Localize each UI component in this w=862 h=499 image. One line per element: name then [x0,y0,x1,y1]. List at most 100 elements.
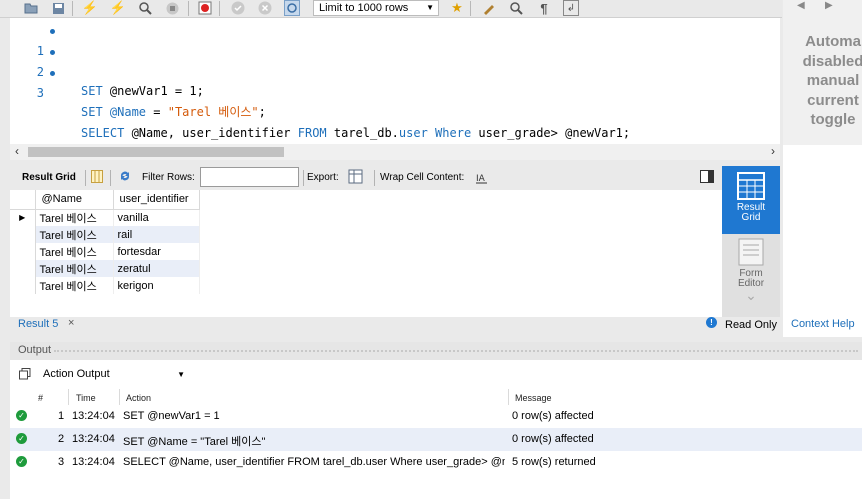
table-row[interactable]: Tarel 베이스 fortesdar [10,243,200,260]
editor-horizontal-scrollbar[interactable]: ‹ › [10,144,780,160]
tab-result-5[interactable]: Result 5 [18,317,58,331]
sql-text: @newVar1 = 1; [102,84,204,98]
column-header[interactable]: @Name [35,190,114,210]
rollback-icon[interactable] [257,0,273,16]
toolbar-separator [72,1,73,16]
context-help-line: toggle [810,111,856,128]
panel-grip[interactable] [54,350,858,353]
table-cell[interactable]: Tarel 베이스 [35,209,114,226]
row-marker [10,260,36,277]
invisible-chars-icon[interactable]: ¶ [536,0,552,16]
execute-icon[interactable]: ⚡ [82,0,98,16]
toggle-error-icon[interactable] [197,0,213,16]
autocommit-icon[interactable] [284,0,300,16]
table-cell[interactable]: kerigon [113,277,200,294]
table-cell[interactable]: zeratul [113,260,200,277]
table-row[interactable]: ▶ Tarel 베이스 vanilla [10,209,200,226]
context-help-line: Automa [805,33,861,50]
commit-icon[interactable] [230,0,246,16]
explain-icon[interactable] [137,0,153,16]
sql-text: = [146,105,168,119]
table-cell[interactable]: Tarel 베이스 [35,277,114,294]
toolbar-separator [219,1,220,16]
table-row[interactable]: Tarel 베이스 rail [10,226,200,243]
toggle-panel-icon[interactable] [700,170,714,186]
context-help-text: Automa disabled manual current toggle [783,32,862,130]
context-help-panel: Automa disabled manual current toggle [783,17,862,145]
context-help-line: manual [806,72,860,89]
row-marker [10,226,36,243]
filter-rows-input[interactable] [200,167,299,187]
result-view-switcher: Result Grid Form Editor ⌄ [722,166,780,317]
chevron-down-icon: ▼ [426,3,434,12]
sql-keyword: user [398,126,428,140]
statement-marker-icon [50,50,55,55]
copy-icon[interactable] [19,368,31,380]
scrollbar-thumb[interactable] [28,147,284,157]
output-row[interactable]: ✓ 2 13:24:04 SET @Name = "Tarel 베이스" 0 r… [10,428,862,451]
save-icon[interactable] [50,0,66,16]
execute-current-icon[interactable]: ⚡ [110,0,126,16]
success-check-icon: ✓ [16,456,27,467]
output-row-action: SET @Name = "Tarel 베이스" [123,436,266,448]
info-icon: ! [706,317,717,328]
context-help-body [783,145,862,337]
wrap-icon[interactable]: ↲ [563,0,579,16]
limit-rows-select[interactable]: Limit to 1000 rows ▼ [313,0,439,16]
output-row-num: 3 [58,456,65,468]
result-grid-view-button[interactable]: Result Grid [722,166,780,234]
column-header[interactable]: user_identifier [113,190,200,210]
table-cell[interactable]: vanilla [113,209,200,226]
close-icon[interactable]: × [68,317,74,329]
column-header-time: Time [76,393,96,403]
scroll-left-icon[interactable]: ‹ [15,144,19,158]
form-icon [722,236,780,269]
tab-context-help[interactable]: Context Help [791,318,855,330]
back-icon[interactable]: ◀ [797,0,805,11]
sql-editor[interactable]: 1 SET @newVar1 = 1; 2 SET @Name = "Tarel… [10,18,780,144]
table-row[interactable]: Tarel 베이스 zeratul [10,260,200,277]
table-cell[interactable]: Tarel 베이스 [35,260,114,277]
code-line-1: 1 SET @newVar1 = 1; [10,21,770,98]
output-row[interactable]: ✓ 1 13:24:04 SET @newVar1 = 1 0 row(s) a… [10,405,862,428]
read-only-label: Read Only [725,319,777,331]
result-grid[interactable]: @Name user_identifier ▶ Tarel 베이스 vanill… [10,190,722,317]
form-editor-view-button[interactable]: Form Editor ⌄ [722,236,780,317]
export-icon[interactable] [348,169,364,188]
output-type-value: Action Output [43,368,110,380]
scroll-right-icon[interactable]: › [771,144,775,158]
chevron-down-icon[interactable]: ⌄ [722,287,780,304]
result-toolbar: Result Grid Filter Rows: Export: Wrap Ce… [10,166,722,190]
wrap-cell-label: Wrap Cell Content: [380,172,465,183]
table-cell[interactable]: Tarel 베이스 [35,243,114,260]
success-check-icon: ✓ [16,410,27,421]
table-row[interactable]: Tarel 베이스 kerigon [10,277,200,294]
column-header-message: Message [515,393,552,403]
table-cell[interactable]: rail [113,226,200,243]
editor-toolbar: ⚡ ⚡ Limit to 1000 rows ▼ ★ ¶ ↲ [0,0,782,18]
bookmark-icon[interactable]: ★ [449,0,465,16]
stop-icon[interactable] [164,0,180,16]
sql-keyword: FROM [297,126,327,140]
sql-text: @Name, user_identifier [124,126,298,140]
table-cell[interactable]: fortesdar [113,243,200,260]
form-editor-view-label: Form Editor [737,268,765,289]
output-row[interactable]: ✓ 3 13:24:04 SELECT @Name, user_identifi… [10,451,862,474]
output-header: Output [10,342,862,360]
refresh-icon[interactable] [118,169,132,186]
grid-layout-icon[interactable] [91,170,103,186]
find-icon[interactable] [508,0,524,16]
result-grid-label[interactable]: Result Grid [22,172,76,183]
sql-text: ; [258,105,266,119]
forward-icon[interactable]: ▶ [825,0,833,11]
export-label: Export: [307,172,339,183]
output-type-select[interactable]: Action Output ▼ [38,366,188,383]
folder-icon[interactable] [23,0,39,16]
toolbar-separator [110,170,111,186]
table-cell[interactable]: Tarel 베이스 [35,226,114,243]
beautify-icon[interactable] [481,0,497,16]
wrap-cell-icon[interactable]: IA [476,171,488,187]
output-row-num: 1 [58,410,65,422]
result-tab-bar: Result 5 × ! Read Only [10,317,780,337]
